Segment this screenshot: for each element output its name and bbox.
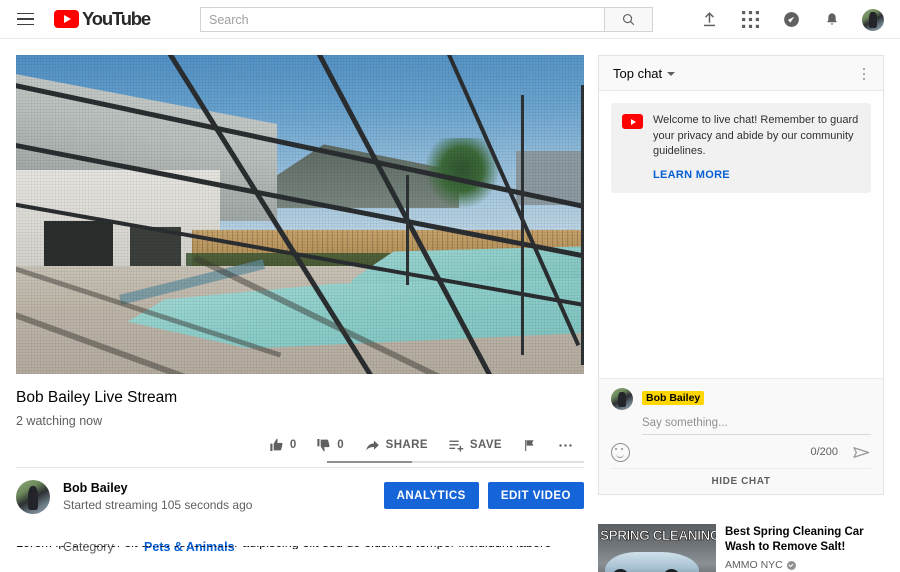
ad-banner-text: SPRING CLEANING [598, 528, 716, 543]
dislike-button[interactable]: 0 [306, 430, 353, 460]
like-count: 0 [290, 439, 296, 451]
channel-row: Bob Bailey Started streaming 105 seconds… [16, 480, 584, 534]
video-post-3 [581, 85, 584, 365]
video-player[interactable] [16, 55, 584, 374]
dislike-count: 0 [337, 439, 343, 451]
apps-grid-icon[interactable] [739, 9, 761, 31]
thumbs-up-icon [269, 437, 285, 453]
youtube-play-icon [54, 10, 79, 28]
chat-mode-label: Top chat [613, 66, 662, 81]
notifications-bell-icon[interactable] [821, 9, 843, 31]
hide-chat-button[interactable]: HIDE CHAT [611, 468, 871, 494]
clipped-bottom-text-value: Lorem ipsum dolor sit amet consectetur a… [16, 546, 600, 549]
chat-author-name-badge: Bob Bailey [642, 391, 704, 405]
youtube-badge-icon [622, 114, 643, 129]
search-icon [621, 12, 636, 27]
like-ratio-bar [327, 461, 584, 463]
page-title: Bob Bailey Live Stream [16, 388, 584, 408]
primary-column: Bob Bailey Live Stream 2 watching now 0 [16, 55, 584, 566]
masthead-left: YouTube [0, 7, 150, 31]
send-paper-plane-icon[interactable] [852, 443, 871, 462]
report-button[interactable] [512, 430, 547, 460]
emoji-smiley-icon[interactable] [611, 443, 630, 462]
hamburger-menu-icon[interactable] [13, 7, 37, 31]
chat-message-input[interactable] [642, 411, 871, 435]
video-actions: 0 0 SHARE [259, 430, 584, 460]
creator-buttons: ANALYTICS EDIT VIDEO [384, 482, 584, 509]
more-actions-button[interactable] [547, 430, 584, 460]
ad-title[interactable]: Best Spring Cleaning Car Wash to Remove … [725, 525, 888, 555]
chat-header: Top chat [599, 56, 883, 91]
like-ratio-fill [327, 461, 412, 463]
search-input[interactable] [200, 7, 605, 32]
masthead: YouTube [0, 0, 900, 39]
channel-name[interactable]: Bob Bailey [63, 481, 252, 495]
video-post-2 [406, 175, 409, 285]
chat-welcome-notice: Welcome to live chat! Remember to guard … [611, 103, 871, 193]
category-row: Category Pets & Animals [16, 540, 584, 566]
chat-compose-area: Bob Bailey 0/200 HIDE CHAT [599, 378, 883, 494]
ad-thumbnail[interactable]: SPRING CLEANING [598, 524, 716, 572]
chat-compose-top: Bob Bailey [611, 388, 871, 435]
chat-overflow-menu-icon[interactable] [855, 65, 873, 83]
ad-channel-name[interactable]: AMMO NYC [725, 559, 783, 571]
save-button[interactable]: SAVE [438, 430, 512, 460]
video-post-1 [521, 95, 524, 355]
edit-video-button[interactable]: EDIT VIDEO [488, 482, 584, 509]
youtube-logo-text: YouTube [82, 8, 150, 30]
masthead-right [698, 0, 884, 39]
share-button[interactable]: SHARE [354, 430, 438, 460]
learn-more-link[interactable]: LEARN MORE [653, 169, 730, 181]
stream-status: Started streaming 105 seconds ago [63, 498, 252, 512]
chat-author-avatar[interactable] [611, 388, 633, 410]
like-button[interactable]: 0 [259, 430, 306, 460]
ad-channel-row: AMMO NYC [725, 559, 888, 571]
chat-compose-bottom: 0/200 [611, 436, 871, 468]
thumbs-down-icon [316, 437, 332, 453]
save-playlist-icon [448, 437, 465, 454]
messages-icon[interactable] [780, 9, 802, 31]
chat-notice-text: Welcome to live chat! Remember to guard … [653, 113, 860, 160]
verified-badge-icon [787, 561, 796, 570]
live-chat-panel: Top chat Welcome to live chat! Remember … [598, 55, 884, 495]
video-actions-row: 0 0 SHARE [16, 430, 584, 468]
viewer-count: 2 watching now [16, 414, 584, 428]
search-button[interactable] [605, 7, 653, 32]
promoted-video-item[interactable]: SPRING CLEANING Best Spring Cleaning Car… [598, 524, 888, 572]
channel-text: Bob Bailey Started streaming 105 seconds… [63, 480, 252, 512]
search-area [200, 7, 653, 32]
page-body: Bob Bailey Live Stream 2 watching now 0 [0, 39, 900, 533]
share-arrow-icon [364, 437, 381, 454]
chevron-down-icon [667, 72, 675, 76]
youtube-logo[interactable]: YouTube [54, 8, 150, 30]
chat-notice-body: Welcome to live chat! Remember to guard … [653, 113, 860, 183]
chat-compose-fields: Bob Bailey [642, 388, 871, 435]
upload-icon[interactable] [698, 9, 720, 31]
ellipsis-icon [557, 437, 574, 454]
flag-icon [522, 438, 537, 453]
chat-mode-selector[interactable]: Top chat [613, 66, 675, 81]
analytics-button[interactable]: ANALYTICS [384, 482, 479, 509]
share-label: SHARE [386, 439, 428, 451]
clipped-bottom-text: Lorem ipsum dolor sit amet consectetur a… [16, 546, 600, 549]
channel-avatar[interactable] [16, 480, 50, 514]
account-avatar[interactable] [862, 9, 884, 31]
ad-metadata: Best Spring Cleaning Car Wash to Remove … [725, 524, 888, 572]
save-label: SAVE [470, 439, 502, 451]
chat-char-counter: 0/200 [810, 446, 838, 458]
